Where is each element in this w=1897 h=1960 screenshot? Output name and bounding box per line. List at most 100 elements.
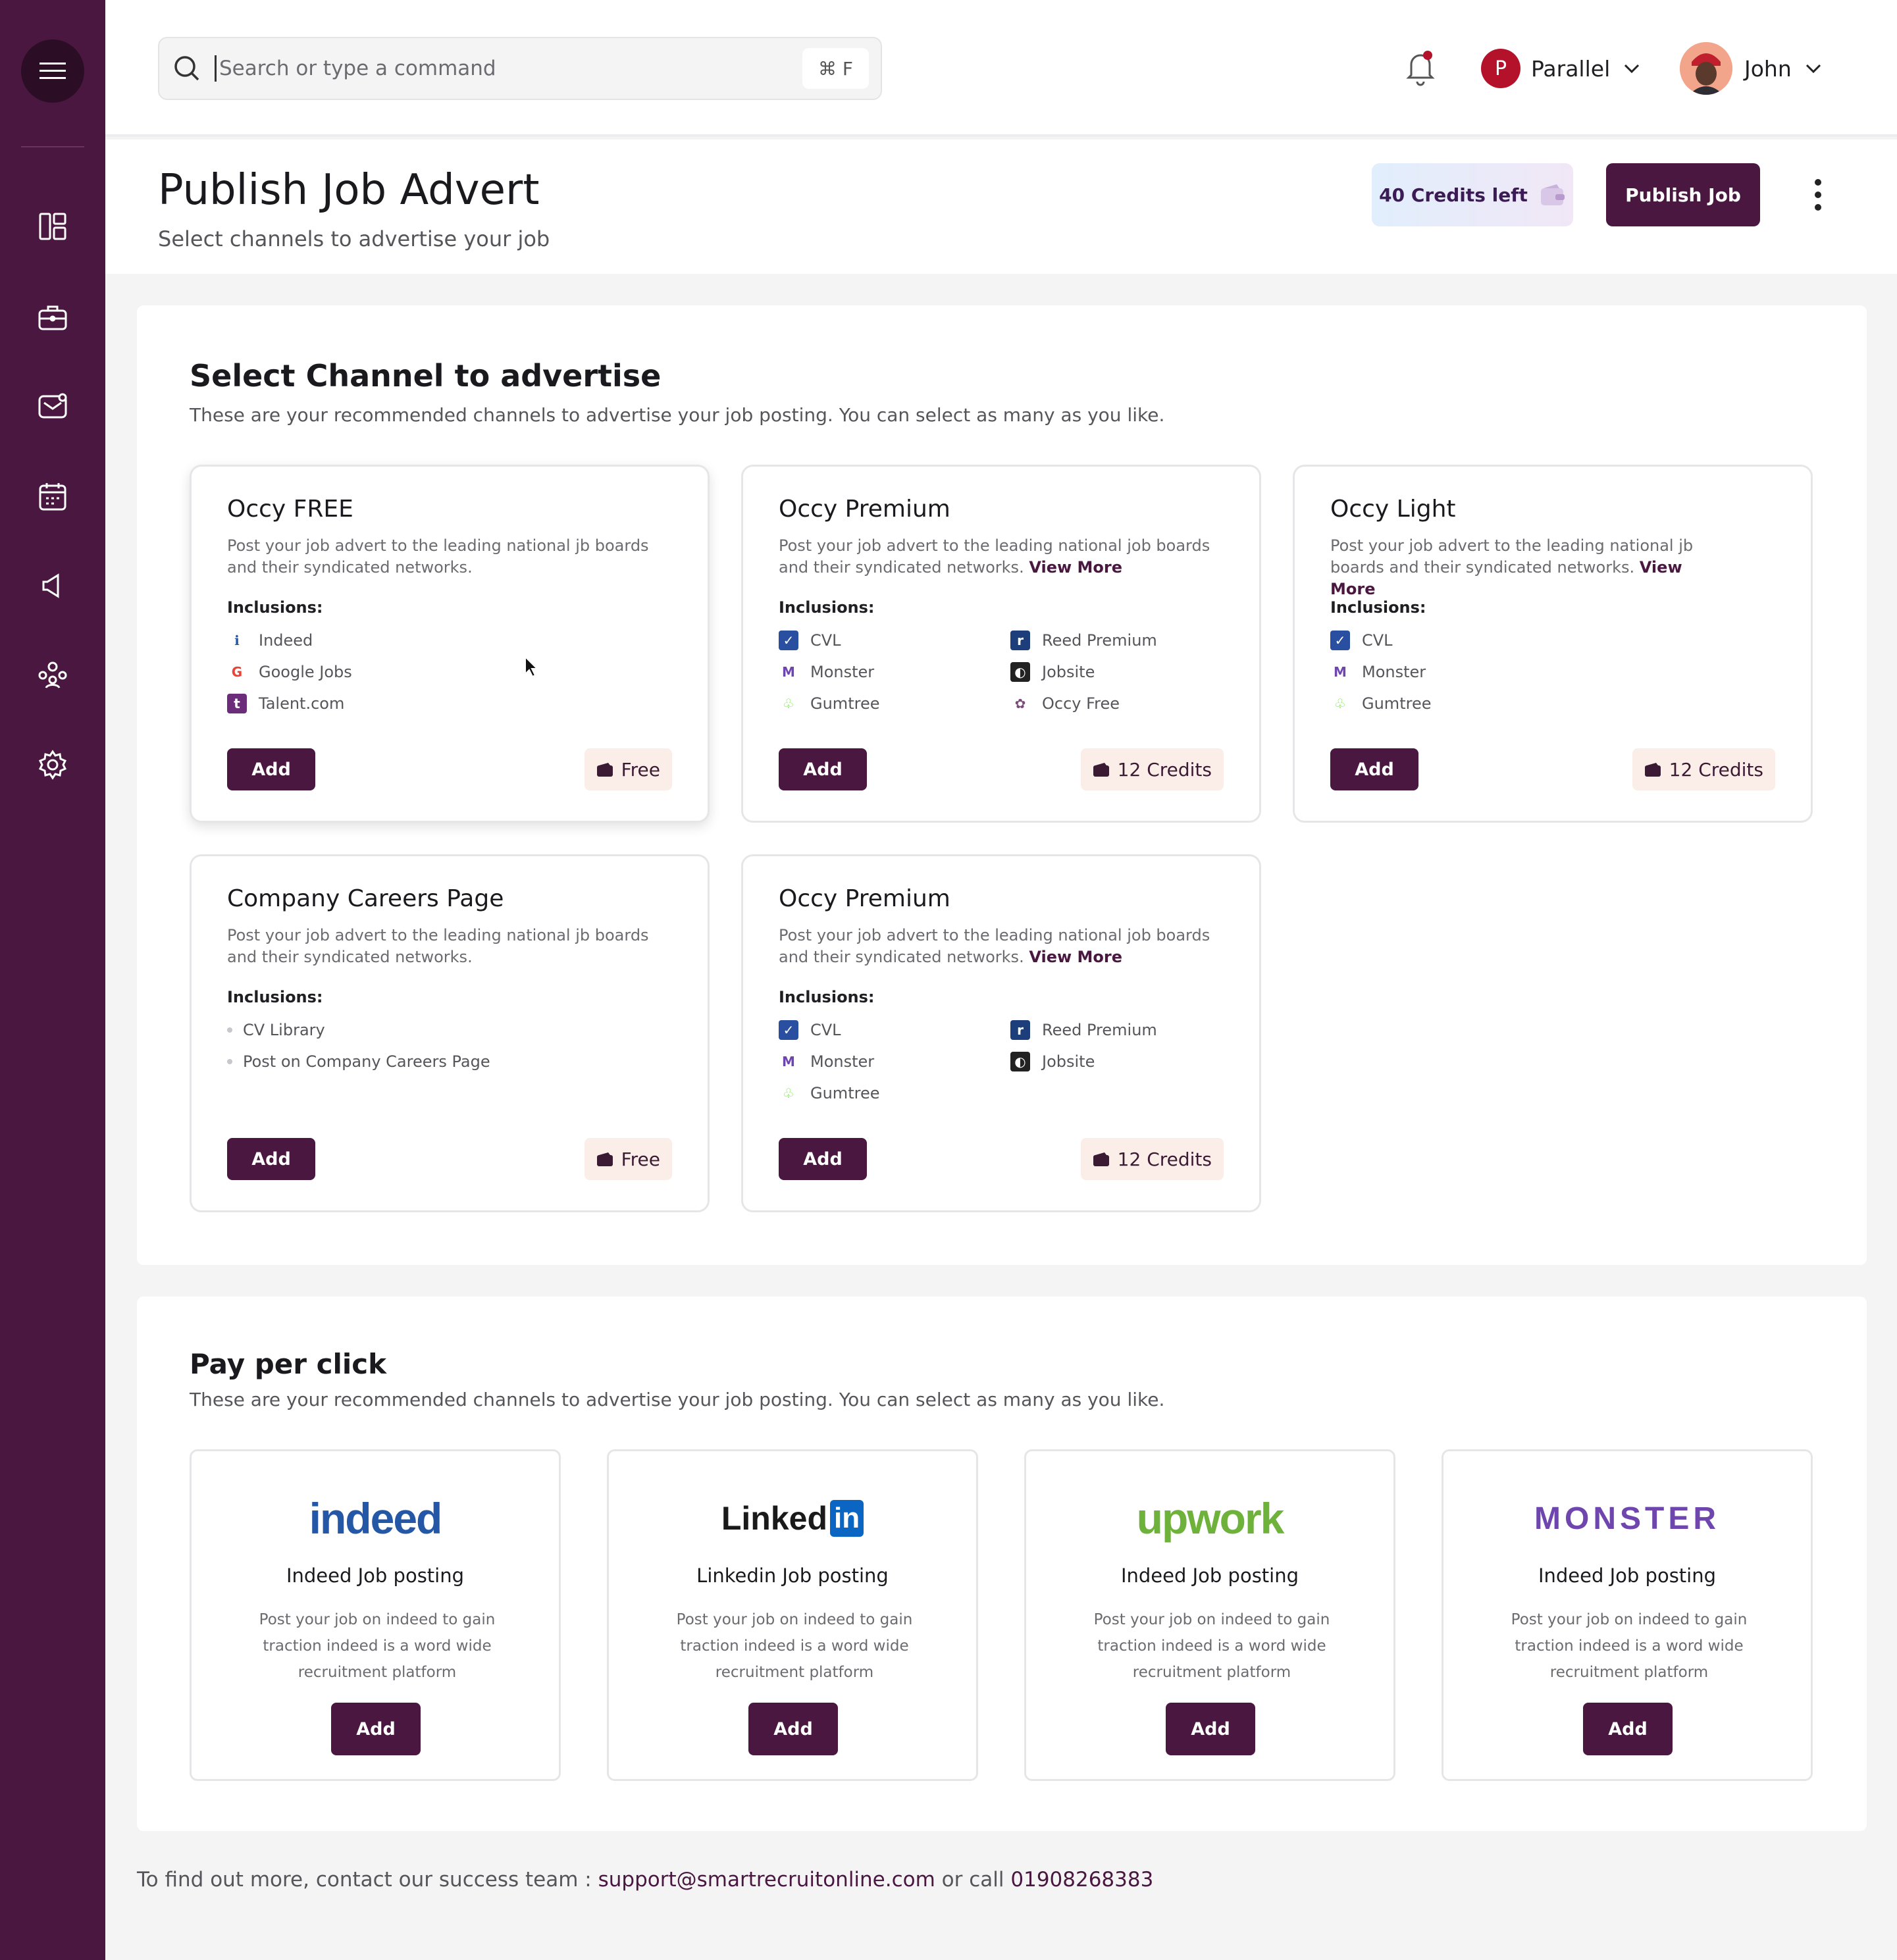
channel-title: Occy Premium — [779, 885, 950, 912]
add-button[interactable]: Add — [1330, 748, 1418, 790]
add-button[interactable]: Add — [748, 1703, 838, 1755]
menu-toggle-button[interactable] — [21, 39, 84, 103]
bullet-icon — [227, 1059, 232, 1064]
kebab-dot — [1815, 179, 1821, 186]
monster-icon: M — [1334, 664, 1347, 680]
linkedin-logo: Linked in — [609, 1491, 976, 1546]
add-button[interactable]: Add — [227, 1138, 315, 1180]
channel-card-occy-premium-2: Occy Premium Post your job advert to the… — [741, 854, 1261, 1212]
add-button[interactable]: Add — [331, 1703, 421, 1755]
wallet-icon — [596, 763, 613, 777]
ppc-title: Pay per click — [190, 1348, 387, 1380]
footer-text: To find out more, contact our success te… — [137, 1868, 598, 1892]
sidebar-item-jobs[interactable] — [33, 297, 72, 337]
google-icon: G — [231, 664, 243, 680]
inclusion-item: Post on Company Careers Page — [227, 1050, 490, 1073]
page-title: Publish Job Advert — [158, 166, 540, 215]
megaphone-icon — [42, 573, 59, 598]
add-button[interactable]: Add — [1583, 1703, 1673, 1755]
avatar — [1680, 42, 1732, 95]
kebab-dot — [1815, 192, 1821, 198]
ppc-card-description: Post your job on indeed to gain traction… — [1093, 1611, 1330, 1681]
ppc-card-title: Indeed Job posting — [1120, 1564, 1299, 1587]
kebab-dot — [1815, 204, 1821, 211]
support-email-link[interactable]: support@smartrecruitonline.com — [598, 1868, 935, 1892]
channel-card-occy-premium: Occy Premium Post your job advert to the… — [741, 465, 1261, 823]
sidebar-item-settings[interactable] — [33, 745, 72, 785]
credits-text: 40 Credits left — [1379, 184, 1528, 206]
inclusion-item: ✿ Occy Free — [1010, 692, 1120, 715]
briefcase-icon — [38, 305, 67, 330]
reed-icon: r — [1010, 1020, 1030, 1040]
inclusion-item: r Reed Premium — [1010, 1018, 1157, 1042]
add-button[interactable]: Add — [227, 748, 315, 790]
channel-title: Company Careers Page — [227, 885, 504, 912]
sidebar-item-team[interactable] — [33, 656, 72, 695]
ppc-card-monster: MONSTER Indeed Job posting Post your job… — [1442, 1449, 1813, 1781]
price-badge: Free — [584, 748, 672, 790]
more-options-button[interactable] — [1805, 171, 1831, 219]
user-menu[interactable]: John — [1680, 42, 1823, 95]
sidebar-item-messages[interactable] — [33, 387, 72, 426]
support-phone-link[interactable]: 01908268383 — [1010, 1868, 1153, 1892]
dashboard-icon — [39, 213, 66, 240]
cvl-icon: ✓ — [779, 1020, 798, 1040]
inclusion-item: M Monster — [779, 1050, 874, 1073]
page-subtitle: Select channels to advertise your job — [158, 226, 550, 251]
ppc-card-title: Indeed Job posting — [286, 1564, 465, 1587]
upwork-logo: upwork — [1136, 1494, 1285, 1543]
calendar-icon — [39, 483, 66, 511]
org-name: Parallel — [1531, 55, 1611, 82]
sidebar-item-campaigns[interactable] — [33, 566, 72, 606]
channel-description: Post your job advert to the leading nati… — [227, 536, 649, 577]
inclusion-item: ℹ Indeed — [227, 629, 313, 652]
price-badge: 12 Credits — [1632, 748, 1775, 790]
add-button[interactable]: Add — [779, 748, 867, 790]
inclusion-item: ✓ CVL — [1330, 629, 1393, 652]
gumtree-icon: ♧ — [1334, 696, 1346, 711]
inclusion-item: M Monster — [1330, 660, 1426, 684]
bell-icon — [1406, 51, 1435, 86]
ppc-card-upwork: upwork Indeed Job posting Post your job … — [1024, 1449, 1395, 1781]
mouse-pointer-icon — [525, 656, 538, 678]
channel-description: Post your job advert to the leading nati… — [1330, 536, 1694, 598]
inclusion-item: ♧ Gumtree — [1330, 692, 1431, 715]
cvl-icon: ✓ — [779, 631, 798, 650]
view-more-link[interactable]: View More — [1029, 948, 1122, 966]
sidebar — [0, 0, 105, 1960]
mail-icon — [38, 393, 67, 419]
price-badge: 12 Credits — [1080, 1138, 1224, 1180]
ppc-card-description: Post your job on indeed to gain traction… — [676, 1611, 913, 1681]
add-button[interactable]: Add — [779, 1138, 867, 1180]
price-badge: 12 Credits — [1080, 748, 1224, 790]
credits-badge: 40 Credits left — [1372, 163, 1573, 226]
jobsite-icon: ◐ — [1010, 662, 1030, 682]
inclusion-item: ◐ Jobsite — [1010, 660, 1095, 684]
bullet-icon — [227, 1027, 232, 1033]
search-input[interactable] — [219, 49, 802, 88]
inclusion-item: ♧ Gumtree — [779, 692, 879, 715]
notifications-button[interactable] — [1401, 46, 1440, 88]
channels-subtitle: These are your recommended channels to a… — [190, 404, 1165, 426]
channel-title: Occy FREE — [227, 496, 353, 523]
ppc-panel: Pay per click These are your recommended… — [137, 1297, 1867, 1831]
organization-switcher[interactable]: P Parallel — [1481, 46, 1642, 91]
search-box[interactable]: ⌘ F — [158, 37, 882, 100]
view-more-link[interactable]: View More — [1029, 558, 1122, 577]
gumtree-icon: ♧ — [783, 1085, 794, 1101]
text-caret — [215, 55, 217, 82]
wallet-icon — [596, 1152, 613, 1166]
ppc-card-title: Linkedin Job posting — [696, 1564, 889, 1587]
inclusion-item: G Google Jobs — [227, 660, 352, 684]
inclusions-label: Inclusions: — [1330, 598, 1426, 617]
add-button[interactable]: Add — [1166, 1703, 1255, 1755]
sidebar-item-calendar[interactable] — [33, 477, 72, 516]
wallet-icon — [1644, 763, 1661, 777]
wallet-icon — [1093, 763, 1109, 777]
channels-title: Select Channel to advertise — [190, 358, 662, 394]
inclusion-item: ♧ Gumtree — [779, 1081, 879, 1105]
publish-job-button[interactable]: Publish Job — [1606, 163, 1760, 226]
channel-description: Post your job advert to the leading nati… — [227, 926, 649, 966]
talent-icon: t — [227, 694, 247, 713]
sidebar-item-dashboard[interactable] — [33, 207, 72, 246]
